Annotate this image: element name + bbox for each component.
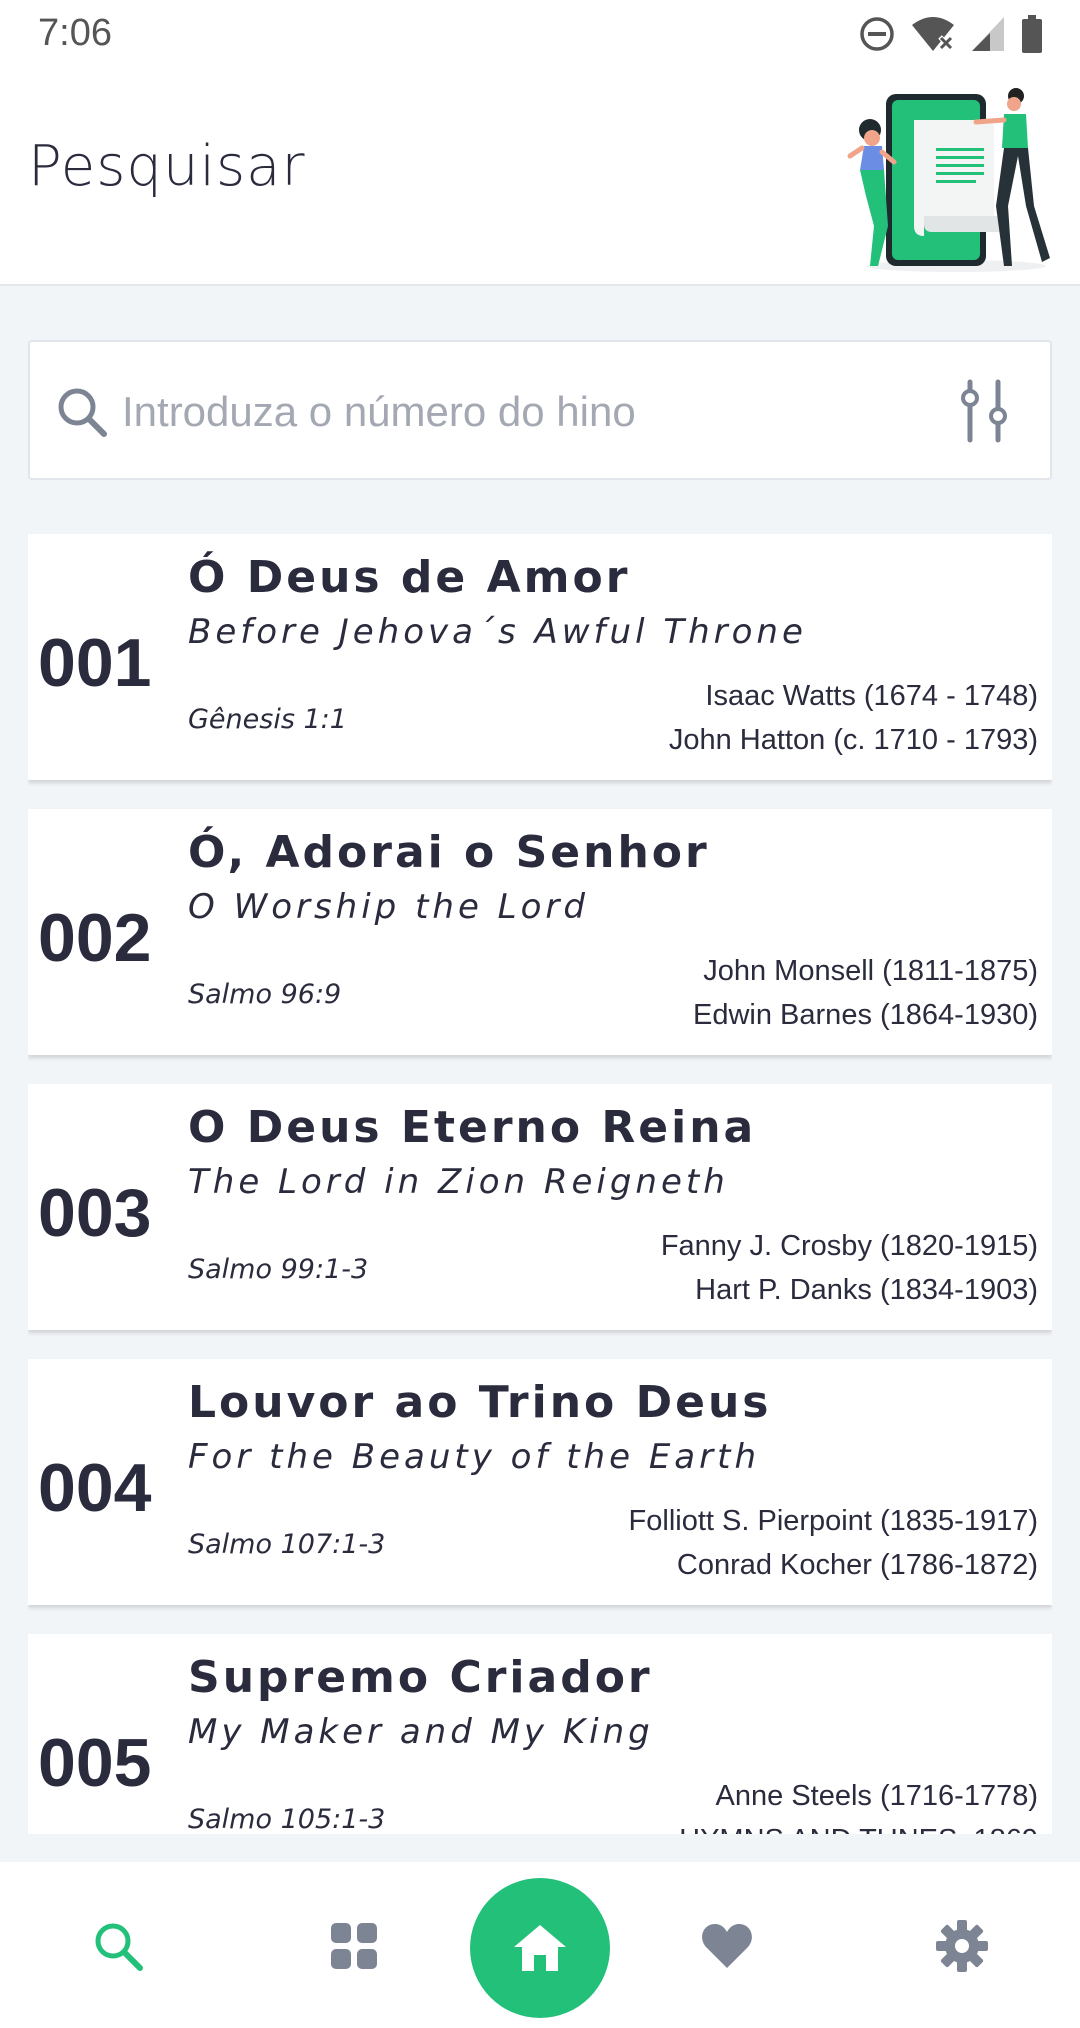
hymn-composer: HYMNS AND TUNES, 1869 <box>679 1818 1038 1834</box>
hymn-subtitle: Before Jehova´s Awful Throne <box>188 612 807 652</box>
search-box[interactable] <box>28 340 1052 480</box>
home-icon <box>514 1925 566 1971</box>
hymn-card[interactable]: 004 Louvor ao Trino Deus For the Beauty … <box>28 1359 1052 1605</box>
hymn-composer: Hart P. Danks (1834-1903) <box>695 1274 1038 1306</box>
hymn-title: O Deus Eterno Reina <box>188 1102 757 1153</box>
nav-categories-button[interactable] <box>324 1916 384 1976</box>
cell-signal-icon <box>972 17 1004 51</box>
hymn-authors: Anne Steels (1716-1778) HYMNS AND TUNES,… <box>679 1774 1038 1834</box>
hymn-authors: John Monsell (1811-1875) Edwin Barnes (1… <box>693 949 1038 1037</box>
grid-icon <box>331 1923 377 1969</box>
hymn-card[interactable]: 003 O Deus Eterno Reina The Lord in Zion… <box>28 1084 1052 1330</box>
nav-favorites-button[interactable] <box>697 1916 757 1976</box>
hymn-card[interactable]: 001 Ó Deus de Amor Before Jehova´s Awful… <box>28 534 1052 780</box>
hymn-composer: John Hatton (c. 1710 - 1793) <box>668 724 1038 756</box>
hymn-card[interactable]: 005 Supremo Criador My Maker and My King… <box>28 1634 1052 1834</box>
hymn-title: Supremo Criador <box>188 1652 653 1703</box>
hymn-bible-reference: Salmo 96:9 <box>188 979 342 1010</box>
nav-settings-button[interactable] <box>932 1916 992 1976</box>
hymn-subtitle: For the Beauty of the Earth <box>188 1437 760 1477</box>
status-bar: 7:06 <box>0 0 1080 72</box>
hymn-number: 005 <box>38 1725 152 1801</box>
heart-icon <box>702 1924 752 1968</box>
hymn-bible-reference: Salmo 107:1-3 <box>188 1529 386 1560</box>
app-header: Pesquisar <box>0 72 1080 286</box>
hymn-author: Fanny J. Crosby (1820-1915) <box>660 1230 1038 1262</box>
filter-sliders-icon[interactable] <box>954 378 1014 444</box>
page-title: Pesquisar <box>28 134 306 199</box>
hymn-subtitle: The Lord in Zion Reigneth <box>188 1162 729 1202</box>
bottom-navigation <box>0 1862 1080 2028</box>
hymn-subtitle: O Worship the Lord <box>188 887 589 927</box>
hymn-number: 004 <box>38 1450 152 1526</box>
hymn-authors: Folliott S. Pierpoint (1835-1917) Conrad… <box>629 1499 1038 1587</box>
status-icons <box>858 14 1044 54</box>
hymn-composer: Conrad Kocher (1786-1872) <box>676 1549 1038 1581</box>
search-icon <box>95 1923 143 1971</box>
hymn-composer: Edwin Barnes (1864-1930) <box>693 999 1038 1031</box>
hymn-number: 002 <box>38 900 152 976</box>
hymn-subtitle: My Maker and My King <box>188 1712 654 1752</box>
hymn-authors: Isaac Watts (1674 - 1748) John Hatton (c… <box>669 674 1038 762</box>
search-icon <box>58 388 107 437</box>
hymn-bible-reference: Gênesis 1:1 <box>188 704 347 735</box>
hymn-author: Folliott S. Pierpoint (1835-1917) <box>628 1505 1038 1537</box>
hymn-author: Isaac Watts (1674 - 1748) <box>705 680 1038 712</box>
wifi-off-icon <box>912 17 954 51</box>
header-illustration <box>847 88 1050 272</box>
status-time: 7:06 <box>38 12 112 54</box>
hymn-title: Ó, Adorai o Senhor <box>188 827 710 878</box>
hymn-title: Louvor ao Trino Deus <box>188 1377 772 1428</box>
hymn-author: Anne Steels (1716-1778) <box>715 1780 1038 1812</box>
gear-icon <box>936 1920 988 1972</box>
hymn-number: 003 <box>38 1175 152 1251</box>
do-not-disturb-icon <box>860 17 894 51</box>
hymn-list: 001 Ó Deus de Amor Before Jehova´s Awful… <box>28 534 1052 1834</box>
hymn-number-search-input[interactable] <box>122 370 942 454</box>
battery-icon <box>1022 15 1042 53</box>
hymn-card[interactable]: 002 Ó, Adorai o Senhor O Worship the Lor… <box>28 809 1052 1055</box>
nav-search-button[interactable] <box>88 1916 148 1976</box>
hymn-bible-reference: Salmo 99:1-3 <box>188 1254 369 1285</box>
hymn-number: 001 <box>38 625 152 701</box>
hymn-bible-reference: Salmo 105:1-3 <box>188 1804 386 1834</box>
hymn-authors: Fanny J. Crosby (1820-1915) Hart P. Dank… <box>661 1224 1038 1312</box>
hymn-author: John Monsell (1811-1875) <box>703 955 1038 987</box>
hymn-title: Ó Deus de Amor <box>188 552 631 603</box>
nav-home-button[interactable] <box>470 1878 610 2018</box>
